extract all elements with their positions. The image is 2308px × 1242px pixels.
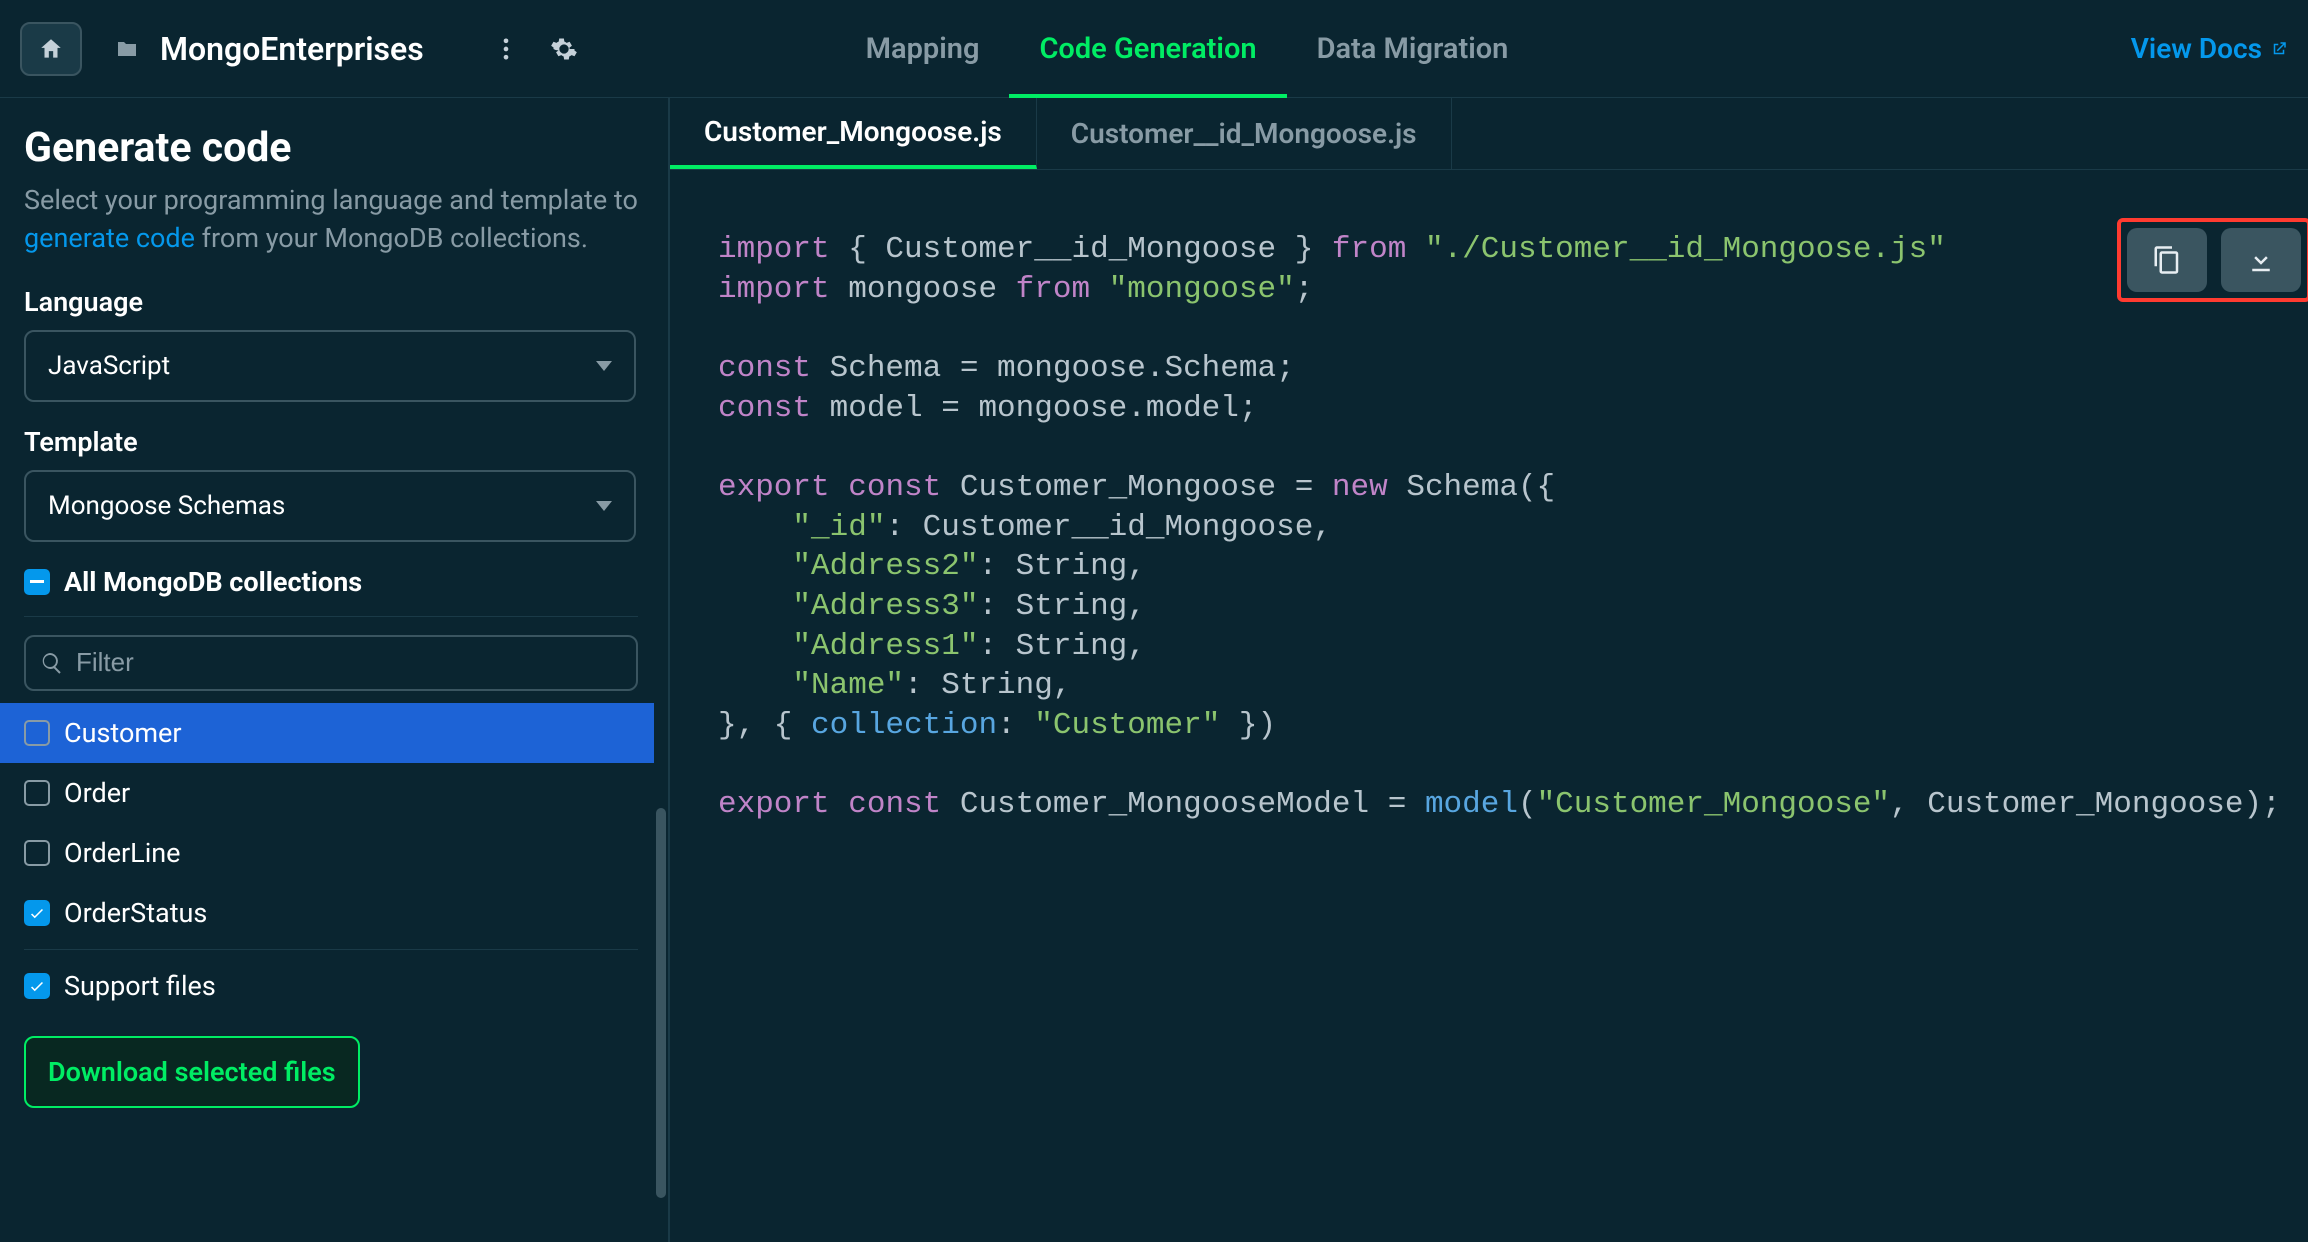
language-select[interactable]: JavaScript <box>24 330 636 402</box>
main-area: Generate code Select your programming la… <box>0 98 2308 1242</box>
tab-code-generation[interactable]: Code Generation <box>1039 0 1256 97</box>
template-label: Template <box>24 426 644 458</box>
all-collections-checkbox[interactable] <box>24 569 50 595</box>
collection-item[interactable]: OrderLine <box>0 823 654 883</box>
folder-icon <box>112 37 142 61</box>
collection-checkbox[interactable] <box>24 720 50 746</box>
template-select[interactable]: Mongoose Schemas <box>24 470 636 542</box>
file-tab[interactable]: Customer_Mongoose.js <box>670 98 1037 169</box>
code-panel: import { Customer__id_Mongoose } from ".… <box>670 170 2308 1242</box>
sidebar-title: Generate code <box>24 124 644 172</box>
collection-list: Customer Order OrderLine OrderStatus <box>0 703 654 943</box>
tab-data-migration[interactable]: Data Migration <box>1317 0 1509 97</box>
collection-checkbox[interactable] <box>24 780 50 806</box>
settings-button[interactable] <box>542 27 586 71</box>
language-label: Language <box>24 286 644 318</box>
project-name: MongoEnterprises <box>160 30 424 68</box>
filter-input[interactable] <box>76 647 622 678</box>
file-tab[interactable]: Customer__id_Mongoose.js <box>1037 98 1452 169</box>
more-options-button[interactable] <box>484 27 528 71</box>
all-collections-label: All MongoDB collections <box>64 566 362 598</box>
template-select-value: Mongoose Schemas <box>48 491 285 521</box>
support-files-label: Support files <box>64 970 216 1002</box>
top-bar: MongoEnterprises Mapping Code Generation… <box>0 0 2308 98</box>
collection-item[interactable]: Customer <box>0 703 654 763</box>
support-files-checkbox[interactable] <box>24 973 50 999</box>
collection-name: Customer <box>64 717 182 749</box>
collection-item[interactable]: Order <box>0 763 654 823</box>
copy-icon <box>2152 245 2182 275</box>
download-icon <box>2246 245 2276 275</box>
dots-vertical-icon <box>492 35 520 63</box>
home-button[interactable] <box>20 22 82 76</box>
filter-input-wrap[interactable] <box>24 635 638 691</box>
collection-name: Order <box>64 777 130 809</box>
home-icon <box>38 36 64 62</box>
divider <box>24 616 638 617</box>
collection-item[interactable]: OrderStatus <box>0 883 654 943</box>
all-collections-row[interactable]: All MongoDB collections <box>24 566 644 598</box>
file-tabs: Customer_Mongoose.jsCustomer__id_Mongoos… <box>670 98 2308 170</box>
language-select-value: JavaScript <box>48 351 170 381</box>
sidebar-description: Select your programming language and tem… <box>24 182 644 258</box>
chevron-down-icon <box>596 361 612 371</box>
support-files-row[interactable]: Support files <box>24 970 644 1002</box>
view-docs-label: View Docs <box>2131 32 2262 65</box>
check-icon <box>28 904 46 922</box>
code-actions-highlight <box>2117 218 2308 302</box>
collection-checkbox[interactable] <box>24 840 50 866</box>
chevron-down-icon <box>596 501 612 511</box>
collection-name: OrderStatus <box>64 897 207 929</box>
tab-mapping[interactable]: Mapping <box>866 0 980 97</box>
external-link-icon <box>2270 40 2288 58</box>
download-selected-files-button[interactable]: Download selected files <box>24 1036 360 1108</box>
editor-area: Customer_Mongoose.jsCustomer__id_Mongoos… <box>670 98 2308 1242</box>
scrollbar-thumb[interactable] <box>656 808 666 1198</box>
divider <box>24 949 638 950</box>
code-content[interactable]: import { Customer__id_Mongoose } from ".… <box>670 170 2308 885</box>
collection-name: OrderLine <box>64 837 181 869</box>
download-code-button[interactable] <box>2221 228 2301 292</box>
gear-icon <box>550 35 578 63</box>
sidebar: Generate code Select your programming la… <box>0 98 670 1242</box>
generate-code-doc-link[interactable]: generate code <box>24 222 195 254</box>
collection-checkbox[interactable] <box>24 900 50 926</box>
search-icon <box>40 651 64 675</box>
check-icon <box>28 977 46 995</box>
view-docs-link[interactable]: View Docs <box>2131 32 2288 65</box>
copy-code-button[interactable] <box>2127 228 2207 292</box>
